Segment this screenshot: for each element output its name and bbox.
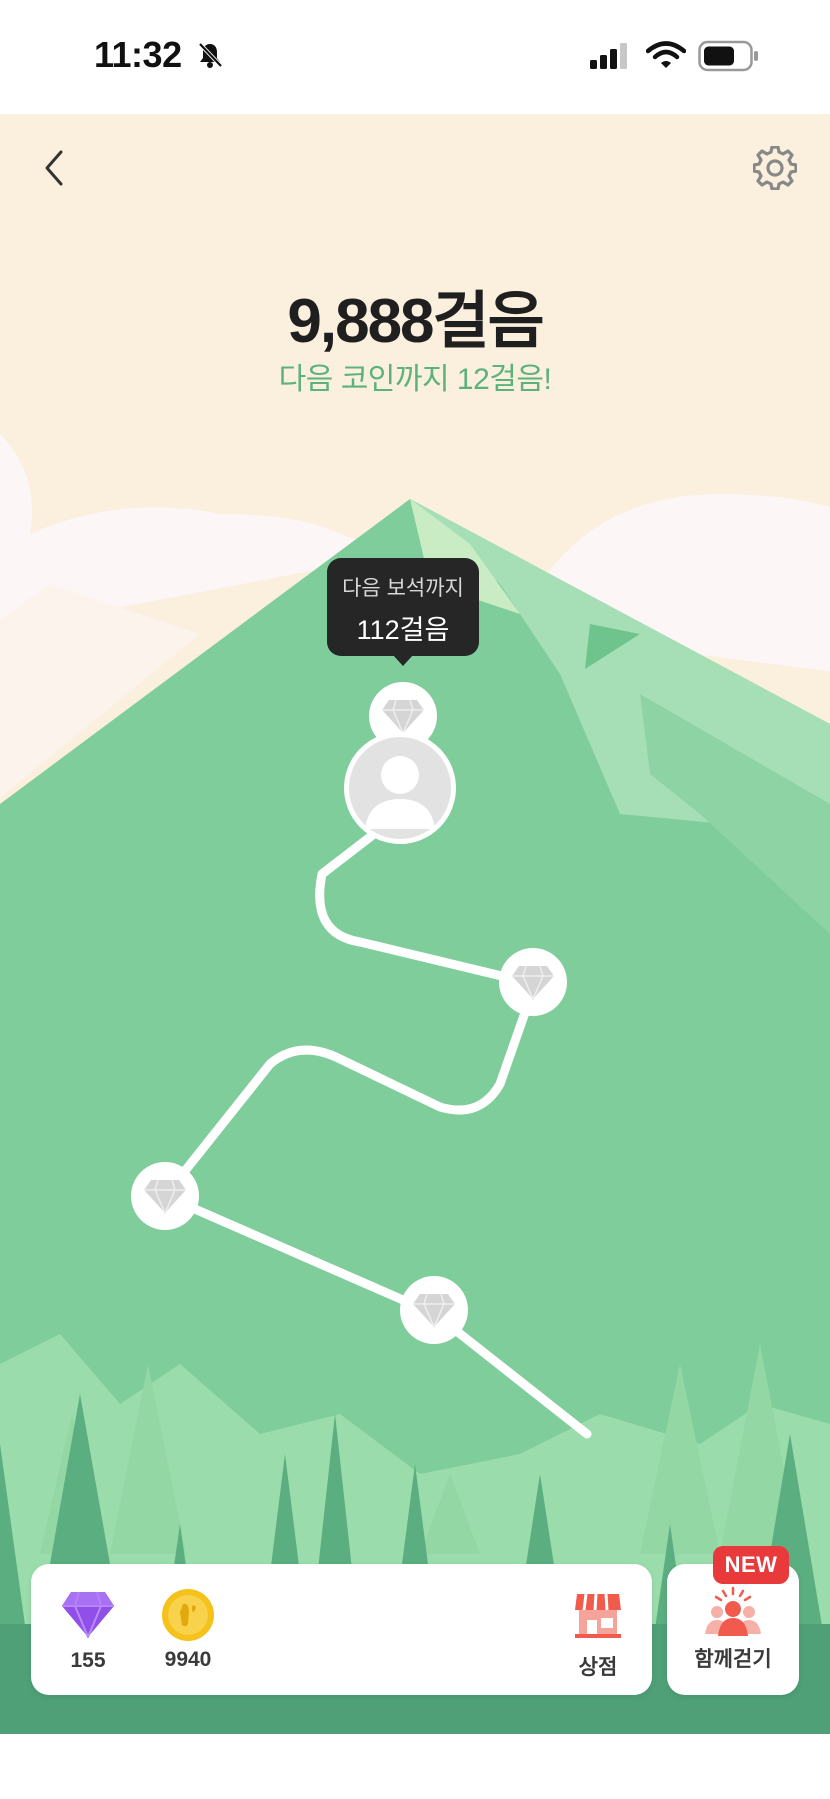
shop-button[interactable]: 상점 — [568, 1590, 628, 1681]
next-gem-tooltip: 다음 보석까지 112걸음 — [327, 558, 479, 666]
coin-count: 9940 — [164, 1648, 212, 1671]
steps-total: 9,888걸음 — [287, 287, 544, 356]
status-bar: 11:32 — [0, 0, 830, 114]
gem-node[interactable] — [131, 1162, 199, 1230]
diamond-icon — [512, 965, 554, 1000]
bell-muted-icon — [198, 42, 223, 68]
avatar-icon — [365, 756, 435, 829]
tooltip-label: 다음 보석까지 — [342, 577, 464, 600]
home-indicator-area — [0, 1734, 830, 1799]
wifi-icon — [646, 41, 686, 68]
battery-icon — [698, 40, 758, 72]
back-arrow-icon — [45, 150, 63, 186]
clock: 11:32 — [94, 34, 182, 75]
diamond-icon — [413, 1293, 455, 1328]
gem-node[interactable] — [499, 948, 567, 1016]
gem-node[interactable] — [400, 1276, 468, 1344]
gem-count: 155 — [70, 1649, 106, 1672]
diamond-icon — [62, 1591, 114, 1640]
coin-icon — [162, 1589, 214, 1641]
diamond-icon — [144, 1179, 186, 1214]
mountain-scene: 9,888걸음 다음 코인까지 12걸음! 다음 보석까지 112걸음 — [0, 114, 830, 1734]
wallet-card: 155 9940 상점 — [31, 1564, 652, 1695]
diamond-icon — [382, 699, 424, 734]
gear-icon — [753, 146, 797, 190]
back-button[interactable] — [22, 136, 86, 200]
shop-label: 상점 — [578, 1656, 618, 1679]
signal-icon — [590, 43, 627, 69]
status-time: 11:32 — [94, 34, 225, 76]
gem-balance[interactable]: 155 — [53, 1590, 123, 1673]
status-icons — [590, 36, 760, 76]
next-coin-text: 다음 코인까지 12걸음! — [278, 363, 552, 396]
new-badge: NEW — [713, 1546, 789, 1584]
tooltip-arrow — [393, 655, 413, 666]
settings-button[interactable] — [743, 136, 807, 200]
walk-together-label: 함께걷기 — [694, 1648, 772, 1671]
tooltip-steps: 112걸음 — [356, 615, 450, 645]
avatar[interactable] — [344, 732, 456, 844]
coin-balance[interactable]: 9940 — [143, 1588, 233, 1672]
shop-icon — [575, 1593, 621, 1638]
people-icon — [705, 1586, 761, 1636]
